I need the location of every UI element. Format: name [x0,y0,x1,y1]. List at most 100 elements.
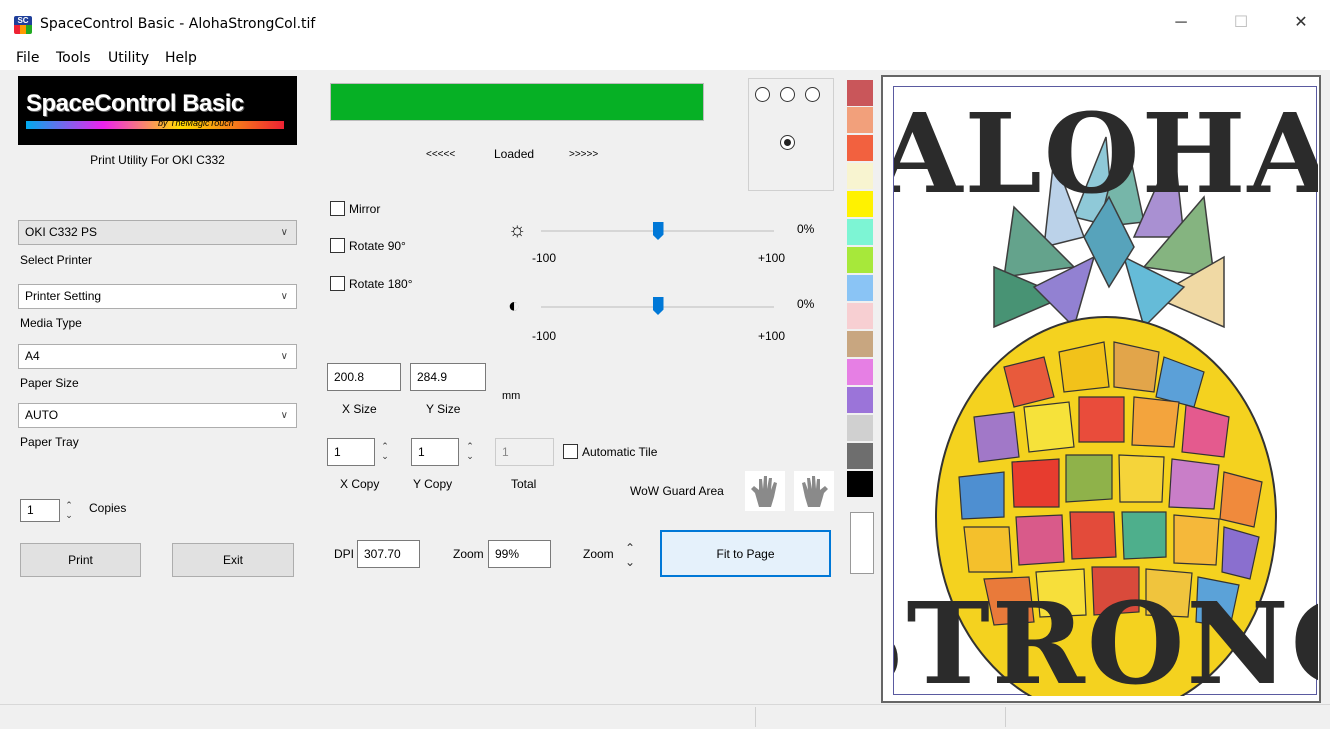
copies-spinner[interactable]: ⌃ ⌄ [64,500,74,520]
palette-swatch[interactable] [847,247,873,273]
total-label: Total [511,477,537,491]
paper-size-value: A4 [25,349,40,363]
position-radio-left[interactable] [755,87,770,102]
palette-swatch[interactable] [847,331,873,357]
y-copy-label: Y Copy [413,477,453,491]
y-size-label: Y Size [426,402,461,416]
maximize-button[interactable]: ☐ [1218,8,1264,38]
app-icon-text: SC [14,16,32,25]
rotate180-label: Rotate 180° [349,277,413,291]
palette-swatch[interactable] [847,219,873,245]
paper-tray-label: Paper Tray [20,435,79,449]
app-icon: SC [14,16,32,34]
progress-bar [330,83,704,121]
x-size-input[interactable]: 200.8 [327,363,401,391]
media-type-value: Printer Setting [25,289,102,303]
fit-to-page-button[interactable]: Fit to Page [660,530,831,577]
x-copy-spinner[interactable]: ⌃ ⌄ [380,441,390,461]
y-copy-spinner[interactable]: ⌃ ⌄ [465,441,475,461]
minimize-button[interactable]: ─ [1158,8,1204,38]
x-size-label: X Size [342,402,377,416]
palette-swatch[interactable] [847,191,873,217]
preview-top-word: ALOHA [894,89,1318,218]
chevron-down-icon: ∨ [280,291,288,302]
chevron-down-icon: ∨ [280,227,288,238]
palette-swatch[interactable] [847,387,873,413]
copies-input[interactable]: 1 [20,499,60,522]
printer-select-value: OKI C332 PS [25,225,98,239]
menu-help[interactable]: Help [165,50,197,66]
printer-select[interactable]: OKI C332 PS ∨ [18,220,297,245]
status-next: >>>>> [569,149,599,160]
y-copy-input[interactable]: 1 [411,438,459,466]
media-type-select[interactable]: Printer Setting ∨ [18,284,297,309]
mirror-checkbox[interactable] [330,201,345,216]
total-copy-input: 1 [495,438,554,466]
brightness-icon: ☼ [508,219,527,241]
brightness-value: 0% [797,222,815,236]
brightness-slider[interactable] [652,222,664,240]
brightness-max: +100 [758,251,786,265]
palette-swatch[interactable] [847,163,873,189]
copies-label: Copies [89,501,127,515]
logo-color-bar [26,121,284,129]
preview-bottom-word: STRONG [894,579,1318,696]
status-prev: <<<<< [426,149,456,160]
automatic-tile-checkbox[interactable] [563,444,578,459]
paper-size-select[interactable]: A4 ∨ [18,344,297,369]
contrast-max: +100 [758,329,786,343]
palette-swatch[interactable] [847,80,873,106]
printer-label: Select Printer [20,253,93,267]
zoom-input: 99% [488,540,551,568]
zoom-spinner[interactable]: ⌃ ⌄ [625,541,635,569]
paper-size-label: Paper Size [20,376,79,390]
menu-utility[interactable]: Utility [108,50,149,66]
status-bar [0,704,1330,729]
menu-tools[interactable]: Tools [56,50,91,66]
close-button[interactable]: ✕ [1278,8,1324,38]
position-radio-selected[interactable] [780,135,795,150]
palette-swatch[interactable] [847,303,873,329]
status-text: Loaded [494,147,535,161]
print-button[interactable]: Print [20,543,141,577]
logo-byline: by TheMagicTouch [158,118,234,128]
palette-swatch[interactable] [847,471,873,497]
palette-swatch[interactable] [847,359,873,385]
menu-file[interactable]: File [16,50,39,66]
palette-swatch[interactable] [850,512,874,574]
subtitle: Print Utility For OKI C332 [90,153,225,167]
right-hand-icon[interactable] [794,471,834,511]
wow-guard-label: WoW Guard Area [630,484,724,498]
palette-swatch[interactable] [847,107,873,133]
left-hand-icon[interactable] [745,471,785,511]
size-unit: mm [502,390,521,402]
logo-title: SpaceControl Basic [26,90,244,117]
window-title: SpaceControl Basic - AlohaStrongCol.tif [40,16,316,32]
paper-tray-select[interactable]: AUTO ∨ [18,403,297,428]
position-radio-right[interactable] [805,87,820,102]
dpi-label: DPI [334,547,355,561]
contrast-slider[interactable] [652,297,664,315]
zoom-spin-label: Zoom [583,547,614,561]
palette-swatch[interactable] [847,275,873,301]
palette-swatch[interactable] [847,135,873,161]
paper-tray-value: AUTO [25,408,59,422]
position-radio-center[interactable] [780,87,795,102]
palette-swatch[interactable] [847,443,873,469]
automatic-tile-label: Automatic Tile [582,445,658,459]
rotate180-checkbox[interactable] [330,276,345,291]
rotate90-checkbox[interactable] [330,238,345,253]
contrast-icon: ◐ [508,295,521,317]
brightness-min: -100 [532,251,557,265]
zoom-label: Zoom [453,547,484,561]
exit-button[interactable]: Exit [172,543,294,577]
preview-image: ALOHA STRONG [824,86,1330,718]
x-copy-input[interactable]: 1 [327,438,375,466]
logo: SpaceControl Basic by TheMagicTouch [18,76,297,145]
rotate90-label: Rotate 90° [349,239,406,253]
palette-swatch[interactable] [847,415,873,441]
media-type-label: Media Type [20,316,82,330]
y-size-input[interactable]: 284.9 [410,363,486,391]
chevron-down-icon: ∨ [280,351,288,362]
mirror-label: Mirror [349,202,381,216]
